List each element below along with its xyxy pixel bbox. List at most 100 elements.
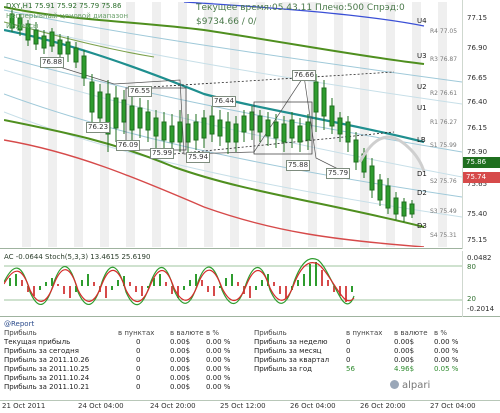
pivot-label-u3: U3 <box>417 52 427 60</box>
row-label: Прибыль за 2011.10.24 <box>4 374 90 382</box>
price-box: 76.09 <box>116 140 141 151</box>
osc-tick: -0.2014 <box>467 305 495 313</box>
level-s2: S2 75.76 <box>430 178 457 185</box>
row-label: Прибыль за 2011.10.25 <box>4 365 90 373</box>
price-tick: 77.15 <box>467 14 488 22</box>
time-tick: 27 Oct 04:00 <box>430 402 476 410</box>
alpari-logo-icon <box>390 380 399 389</box>
row-label: Прибыль за 2011.10.21 <box>4 383 90 391</box>
row-currency: 0.00$ <box>170 374 191 382</box>
pivot-label-u4: U4 <box>417 17 427 25</box>
row-percent: 0.00 % <box>206 338 231 346</box>
price-box: 76.23 <box>86 122 111 133</box>
row-percent: 0.00 % <box>206 365 231 373</box>
row-label: Прибыль за месяц <box>254 347 322 355</box>
row-percent: 0.00 % <box>206 347 231 355</box>
osc-tick: 0.0482 <box>467 254 492 262</box>
row-points: 56 <box>346 365 355 373</box>
row-percent: 0.00 % <box>434 347 459 355</box>
level-s1: S1 75.99 <box>430 142 457 149</box>
price-box: 76.44 <box>212 96 237 107</box>
report-header: в валюте <box>394 329 428 337</box>
price-tick: 76.90 <box>467 44 488 52</box>
time-tick: 21 Oct 2011 <box>2 402 46 410</box>
price-axis[interactable]: 77.15 76.90 76.65 76.40 76.15 75.90 75.6… <box>462 0 500 249</box>
time-tick: 26 Oct 04:00 <box>290 402 336 410</box>
price-box: 75.99 <box>150 148 175 159</box>
osc-tick: 80 <box>467 263 476 271</box>
price-plot[interactable] <box>4 2 462 247</box>
price-box: 76.88 <box>40 57 65 68</box>
report-header: в валюте <box>170 329 204 337</box>
price-box: 76.55 <box>128 86 153 97</box>
row-percent: 0.00 % <box>434 338 459 346</box>
row-currency: 0.00$ <box>394 356 415 364</box>
range-caption: Непрерывный ценовой диапазон <box>6 12 129 20</box>
row-points: 0 <box>136 347 141 355</box>
row-currency: 0.00$ <box>170 347 191 355</box>
oscillator-axis[interactable]: 0.0482 80 20 -0.2014 <box>462 251 500 317</box>
pivot-label-d3: D3 <box>417 222 427 230</box>
time-tick: 25 Oct 12:00 <box>220 402 266 410</box>
row-currency: 4.96$ <box>394 365 415 373</box>
row-currency: 0.00$ <box>394 338 415 346</box>
report-header: в пунктах <box>118 329 155 337</box>
row-currency: 0.00$ <box>170 356 191 364</box>
row-label: Прибыль за сегодня <box>4 347 79 355</box>
price-tick: 76.40 <box>467 98 488 106</box>
oscillator-plot[interactable] <box>4 252 462 316</box>
row-percent: 0.05 % <box>434 365 459 373</box>
price-tick: 76.15 <box>467 124 488 132</box>
row-points: 0 <box>346 338 351 346</box>
row-percent: 0.00 % <box>206 374 231 382</box>
row-label: Прибыль за год <box>254 365 312 373</box>
row-points: 0 <box>346 356 351 364</box>
brand-logo: alpari <box>402 380 431 391</box>
price-box: 75.79 <box>326 168 351 179</box>
pivot-label-u1: U1 <box>417 104 427 112</box>
row-points: 0 <box>136 356 141 364</box>
price-tick: 76.65 <box>467 74 488 82</box>
row-label: Прибыль за неделю <box>254 338 328 346</box>
price-box: 75.88 <box>286 160 311 171</box>
report-header: в % <box>206 329 220 337</box>
price-tick: 75.40 <box>467 210 488 218</box>
row-percent: 0.00 % <box>206 383 231 391</box>
row-points: 0 <box>136 383 141 391</box>
pivot-label-lb: LB <box>417 136 426 144</box>
level-s3: S3 75.49 <box>430 208 457 215</box>
report-header: в % <box>434 329 448 337</box>
oscillator-title: AC -0.0644 Stoch(5,3,3) 13.4615 25.6190 <box>4 253 151 261</box>
pivot-label-d2: D2 <box>417 189 427 197</box>
row-label: Прибыль за квартал <box>254 356 330 364</box>
row-percent: 0.00 % <box>206 356 231 364</box>
time-tick: 26 Oct 20:00 <box>360 402 406 410</box>
symbol-header: DXY,H1 75.91 75.92 75.79 75.86 <box>6 2 122 10</box>
report-header: Прибыль <box>4 329 37 337</box>
level-r3: R3 76.87 <box>430 56 458 63</box>
report-header: Прибыль <box>254 329 287 337</box>
stoch-signal-line <box>4 262 355 303</box>
indices-caption: Индексы <box>6 22 39 30</box>
price-tick: 75.90 <box>467 148 488 156</box>
bid-price-marker: 75.74 <box>463 172 500 183</box>
server-time: Текущее время:05.43.11 Плечо:500 Спрэд:0 <box>196 3 405 13</box>
level-s4: S4 75.31 <box>430 232 457 239</box>
row-label: Текущая прибыль <box>4 338 71 346</box>
level-r4: R4 77.05 <box>430 28 458 35</box>
level-r2: R2 76.61 <box>430 90 458 97</box>
pivot-label-d1: D1 <box>417 170 427 178</box>
row-currency: 0.00$ <box>170 338 191 346</box>
row-points: 0 <box>136 365 141 373</box>
pivot-label-u2: U2 <box>417 83 427 91</box>
price-tick: 75.15 <box>467 236 488 244</box>
level-r1: R1 76.27 <box>430 119 458 126</box>
row-currency: 0.00$ <box>170 383 191 391</box>
row-points: 0 <box>136 338 141 346</box>
osc-tick: 20 <box>467 295 476 303</box>
row-percent: 0.00 % <box>434 356 459 364</box>
row-points: 0 <box>346 347 351 355</box>
row-currency: 0.00$ <box>170 365 191 373</box>
time-tick: 24 Oct 20:00 <box>150 402 196 410</box>
price-box: 75.94 <box>186 152 211 163</box>
